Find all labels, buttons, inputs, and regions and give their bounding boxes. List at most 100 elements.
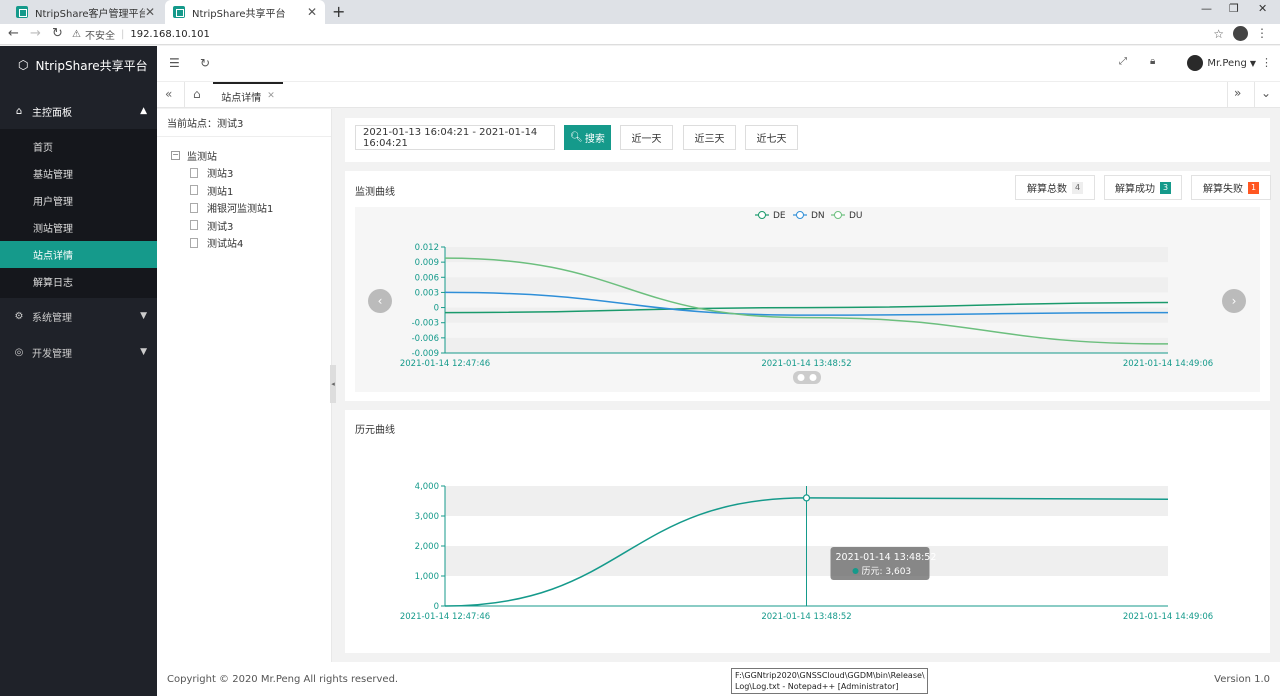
- user-name: Mr.Peng: [1207, 57, 1247, 69]
- double-right-icon[interactable]: »: [1234, 86, 1241, 100]
- sidebar-item-base-stations[interactable]: 基站管理: [0, 160, 157, 187]
- tooltip-line: Log\Log.txt - Notepad++ [Administrator]: [735, 682, 899, 691]
- legend-marker: [796, 211, 804, 219]
- collapse-icon[interactable]: −: [171, 151, 180, 160]
- url-text[interactable]: 192.168.10.101: [130, 29, 210, 40]
- tab-station-detail[interactable]: 站点详情 ✕: [213, 82, 283, 108]
- carousel-indicator[interactable]: [793, 371, 821, 384]
- tree-leaf[interactable]: 湘银河监测站1: [171, 199, 331, 217]
- monitor-title: 监测曲线: [355, 187, 395, 198]
- y-tick-label: 0: [434, 602, 439, 612]
- cube-icon: ⬡: [18, 58, 29, 72]
- omnibox[interactable]: ⚠ 不安全 | 192.168.10.101: [72, 26, 1222, 43]
- chevron-up-icon: ▲: [140, 106, 147, 116]
- chevron-down-icon[interactable]: ⌄: [1261, 86, 1271, 100]
- close-icon[interactable]: ✕: [145, 5, 155, 19]
- tree-leaf[interactable]: 测试3: [171, 217, 331, 235]
- date-range-input[interactable]: 2021-01-13 16:04:21 - 2021-01-14 16:04:2…: [355, 125, 555, 150]
- home-icon[interactable]: ⌂: [193, 87, 201, 101]
- address-bar: ← → ↻ ⚠ 不安全 | 192.168.10.101 ☆ ⋮: [0, 24, 1280, 45]
- reload-icon[interactable]: ↻: [52, 26, 63, 41]
- x-tick-label: 2021-01-14 13:48:52: [761, 359, 851, 369]
- carousel-dot[interactable]: [797, 374, 805, 381]
- epoch-title: 历元曲线: [355, 425, 395, 436]
- panel-collapse-handle[interactable]: ◂: [330, 365, 336, 403]
- tooltip-line: F:\GGNtrip2020\GNSSCloud\GGDM\bin\Releas…: [735, 671, 925, 680]
- menu-group-system[interactable]: ⚙ 系统管理 ▼: [0, 298, 157, 334]
- tree-root[interactable]: − 监测站: [171, 147, 331, 164]
- forward-icon[interactable]: →: [30, 26, 41, 41]
- legend-label: DE: [773, 211, 786, 221]
- minimize-icon[interactable]: —: [1201, 2, 1212, 15]
- tree-leaf[interactable]: 测试站4: [171, 234, 331, 252]
- x-tick-label: 2021-01-14 13:48:52: [761, 612, 851, 622]
- chevron-down-icon: ▼: [140, 347, 147, 357]
- y-tick-label: -0.009: [412, 349, 439, 359]
- lock-icon[interactable]: 🔒︎: [1150, 56, 1155, 67]
- success-count-button[interactable]: 解算成功 3: [1104, 175, 1182, 200]
- window-close-icon[interactable]: ✕: [1258, 2, 1267, 15]
- menu-group-dashboard[interactable]: ⌂ 主控面板 ▲: [0, 93, 157, 129]
- fullscreen-icon[interactable]: ⤢: [1119, 56, 1127, 67]
- copyright: Copyright © 2020 Mr.Peng All rights rese…: [167, 674, 399, 685]
- browser-tab-share[interactable]: NtripShare共享平台 ✕: [165, 0, 325, 24]
- sidebar-item-station-detail[interactable]: 站点详情: [0, 241, 157, 268]
- tree-leaf-label: 测试3: [207, 221, 234, 233]
- new-tab-icon[interactable]: +: [332, 2, 345, 21]
- taskbar-tooltip: F:\GGNtrip2020\GNSSCloud\GGDM\bin\Releas…: [731, 668, 928, 694]
- search-label: 搜索: [584, 134, 605, 145]
- y-tick-label: 0.003: [415, 288, 439, 298]
- station-tree: − 监测站 测站3 测站1 湘银河监测站1 测试3 测试站4: [157, 137, 331, 252]
- browser-tabstrip: NtripShare客户管理平台 ✕ NtripShare共享平台 ✕ + — …: [0, 0, 1280, 24]
- tree-leaf-label: 测站1: [207, 186, 234, 198]
- y-tick-label: 0.012: [415, 243, 439, 253]
- more-icon[interactable]: ⋮: [1256, 26, 1268, 40]
- close-icon[interactable]: ✕: [267, 91, 275, 101]
- caret-down-icon: ▼: [1249, 58, 1256, 68]
- range-7day-button[interactable]: 近七天: [745, 125, 798, 150]
- range-3day-button[interactable]: 近三天: [683, 125, 736, 150]
- y-tick-label: 4,000: [415, 482, 439, 492]
- menu-group-label: 系统管理: [32, 312, 72, 324]
- sidebar-item-home[interactable]: 首页: [0, 133, 157, 160]
- menu-group-dev[interactable]: ◎ 开发管理 ▼: [0, 334, 157, 370]
- epoch-chart: 4,000 3,000 2,000 1,000 02021-01-14 12:47:46…: [400, 482, 1213, 622]
- account-icon[interactable]: [1233, 26, 1248, 41]
- range-1day-button[interactable]: 近一天: [620, 125, 673, 150]
- restore-icon[interactable]: ❐: [1229, 2, 1239, 15]
- x-tick-label: 2021-01-14 12:47:46: [400, 612, 490, 622]
- menu-group-label: 主控面板: [32, 107, 72, 119]
- close-icon[interactable]: ✕: [307, 5, 317, 19]
- search-button[interactable]: 🔍︎ 搜索: [564, 125, 611, 150]
- fail-count-button[interactable]: 解算失败 1: [1191, 175, 1271, 200]
- warning-icon: ⚠: [72, 29, 81, 40]
- menu-toggle-icon[interactable]: ☰: [169, 56, 180, 70]
- sidebar-item-solve-log[interactable]: 解算日志: [0, 268, 157, 295]
- refresh-icon[interactable]: ↻: [200, 56, 210, 70]
- file-icon: [190, 220, 198, 231]
- insecure-label: 不安全: [84, 31, 115, 42]
- star-icon[interactable]: ☆: [1213, 27, 1224, 41]
- back-icon[interactable]: ←: [8, 26, 19, 41]
- count-badge: 3: [1160, 181, 1171, 194]
- brand-title: NtripShare共享平台: [35, 58, 148, 73]
- double-left-icon[interactable]: «: [165, 87, 172, 101]
- home-icon: ⌂: [15, 105, 23, 117]
- carousel-dot[interactable]: [809, 374, 817, 381]
- sidebar-item-users[interactable]: 用户管理: [0, 187, 157, 214]
- version: Version 1.0: [1214, 674, 1270, 685]
- y-tick-label: 0.006: [415, 273, 439, 283]
- dev-icon: ◎: [14, 346, 24, 358]
- tree-leaf[interactable]: 测站1: [171, 182, 331, 200]
- tree-leaf-label: 测试站4: [207, 239, 244, 251]
- tree-leaf[interactable]: 测站3: [171, 164, 331, 182]
- divider: |: [120, 29, 125, 40]
- file-icon: [190, 202, 198, 213]
- browser-tab-customer[interactable]: NtripShare客户管理平台 ✕: [8, 0, 163, 24]
- more-icon[interactable]: ⋮: [1261, 56, 1272, 69]
- sidebar-item-stations[interactable]: 测站管理: [0, 214, 157, 241]
- station-tree-panel: 当前站点：测试3 − 监测站 测站3 测站1 湘银河监测站1 测试3 测试站4: [157, 109, 332, 662]
- hover-point[interactable]: [802, 494, 811, 502]
- user-menu[interactable]: Mr.Peng ▼: [1187, 55, 1256, 71]
- total-count-button[interactable]: 解算总数 4: [1015, 175, 1095, 200]
